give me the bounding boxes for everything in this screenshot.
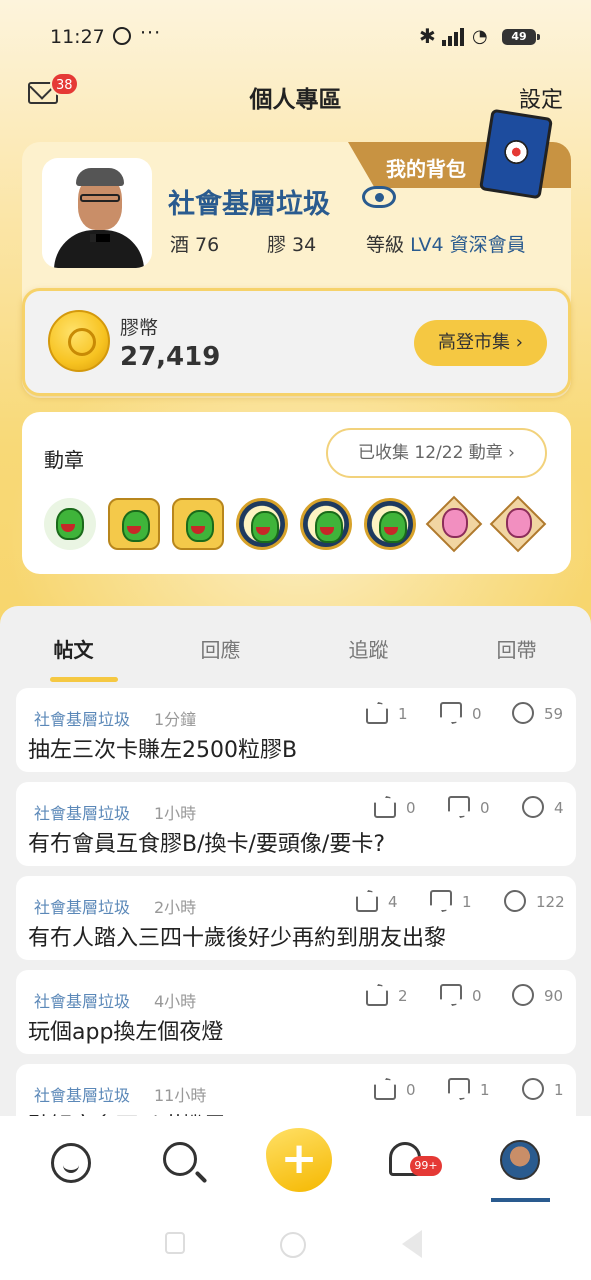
tab-following[interactable]: 追蹤	[295, 634, 442, 663]
comment-count: 90	[544, 987, 564, 1005]
dislike-icon[interactable]	[440, 702, 462, 724]
post-author[interactable]: 社會基層垃圾	[34, 988, 130, 1012]
tab-indicator	[50, 677, 118, 682]
coin-label: 膠幣	[120, 317, 159, 339]
like-icon[interactable]	[374, 1078, 396, 1100]
dislike-count: 0	[480, 799, 490, 817]
like-icon[interactable]	[356, 890, 378, 912]
medal-icon[interactable]	[425, 495, 483, 553]
tab-posts[interactable]: 帖文	[0, 634, 147, 663]
post-time: 1小時	[154, 804, 197, 823]
like-count: 0	[406, 799, 416, 817]
dislike-count: 1	[462, 893, 472, 911]
post-title[interactable]: 抽左三次卡賺左2500粒膠B	[28, 732, 297, 764]
page-title: 個人專區	[249, 87, 342, 113]
comment-icon[interactable]	[504, 890, 526, 912]
notification-badge: 99+	[410, 1156, 442, 1176]
medal-icon[interactable]	[489, 495, 547, 553]
eye-icon[interactable]	[362, 186, 396, 208]
like-count: 0	[406, 1081, 416, 1099]
like-count: 4	[388, 893, 398, 911]
like-icon[interactable]	[366, 702, 388, 724]
dislike-icon[interactable]	[448, 796, 470, 818]
post-time: 2小時	[154, 898, 197, 917]
comment-icon[interactable]	[512, 702, 534, 724]
dislike-count: 1	[480, 1081, 490, 1099]
back-icon[interactable]	[402, 1230, 422, 1258]
market-button[interactable]: 高登市集 ›	[414, 320, 547, 366]
comment-icon[interactable]	[512, 984, 534, 1006]
like-count: 2	[398, 987, 408, 1005]
coin-value: 27,419	[120, 342, 221, 372]
post-item[interactable]: 社會基層垃圾 2小時 4 1 122 有冇人踏入三四十歲後好少再約到朋友出黎	[16, 876, 576, 960]
dislike-icon[interactable]	[448, 1078, 470, 1100]
tab-replies[interactable]: 回應	[147, 634, 294, 663]
post-author[interactable]: 社會基層垃圾	[34, 800, 130, 824]
post-item[interactable]: 社會基層垃圾 4小時 2 0 90 玩個app換左個夜燈	[16, 970, 576, 1054]
avatar[interactable]	[42, 158, 152, 268]
coin-icon	[48, 310, 110, 372]
status-bar: 11:27 ··· ✱ ◔ 49	[0, 22, 591, 54]
home-system-icon[interactable]	[280, 1232, 306, 1258]
glue-stat: 膠 34	[267, 234, 317, 256]
settings-button[interactable]: 設定	[519, 82, 563, 114]
whatsapp-icon	[113, 27, 131, 45]
post-title[interactable]: 有冇人踏入三四十歲後好少再約到朋友出黎	[28, 920, 446, 952]
post-time: 1分鐘	[154, 710, 197, 729]
medal-icon[interactable]	[44, 498, 96, 550]
like-count: 1	[398, 705, 408, 723]
medal-icon[interactable]	[172, 498, 224, 550]
post-item[interactable]: 社會基層垃圾 1分鐘 1 0 59 抽左三次卡賺左2500粒膠B	[16, 688, 576, 772]
post-author[interactable]: 社會基層垃圾	[34, 1082, 130, 1106]
dislike-count: 0	[472, 705, 482, 723]
comment-icon[interactable]	[522, 1078, 544, 1100]
post-time: 4小時	[154, 992, 197, 1011]
nav-active-indicator	[491, 1198, 550, 1202]
wifi-icon: ◔	[472, 26, 488, 47]
medal-collected-button[interactable]: 已收集 12/22 動章 ›	[326, 428, 547, 478]
card-icon[interactable]	[478, 108, 554, 200]
dislike-icon[interactable]	[440, 984, 462, 1006]
medal-title: 動章	[44, 448, 84, 472]
more-notifications-icon: ···	[140, 22, 162, 44]
comment-count: 4	[554, 799, 564, 817]
home-icon[interactable]	[51, 1143, 91, 1183]
search-icon[interactable]	[163, 1142, 197, 1176]
post-author[interactable]: 社會基層垃圾	[34, 894, 130, 918]
comment-count: 59	[544, 705, 564, 723]
level-stat: 等級 LV4 資深會員	[366, 230, 526, 257]
comment-icon[interactable]	[522, 796, 544, 818]
post-title[interactable]: 有冇會員互食膠B/換卡/要頭像/要卡?	[28, 826, 385, 858]
post-time: 11小時	[154, 1086, 207, 1105]
comment-count: 1	[554, 1081, 564, 1099]
medal-icon[interactable]	[300, 498, 352, 550]
medal-icon[interactable]	[236, 498, 288, 550]
signal-icon	[442, 28, 466, 46]
tab-bookmarks[interactable]: 回帶	[443, 634, 590, 663]
post-title[interactable]: 玩個app換左個夜燈	[28, 1014, 223, 1046]
level-value[interactable]: LV4 資深會員	[410, 234, 526, 256]
bluetooth-icon: ✱	[419, 24, 436, 48]
wine-stat: 酒 76	[170, 234, 220, 256]
like-icon[interactable]	[374, 796, 396, 818]
post-author[interactable]: 社會基層垃圾	[34, 706, 130, 730]
medal-icon[interactable]	[364, 498, 416, 550]
like-icon[interactable]	[366, 984, 388, 1006]
status-time: 11:27	[50, 26, 105, 48]
post-item[interactable]: 社會基層垃圾 1小時 0 0 4 有冇會員互食膠B/換卡/要頭像/要卡?	[16, 782, 576, 866]
backpack-label[interactable]: 我的背包	[386, 153, 466, 182]
level-label: 等級	[366, 234, 405, 256]
comment-count: 122	[536, 893, 565, 911]
dislike-count: 0	[472, 987, 482, 1005]
user-name: 社會基層垃圾	[168, 189, 330, 220]
medal-icon[interactable]	[108, 498, 160, 550]
battery-icon: 49	[502, 29, 540, 45]
profile-avatar-icon[interactable]	[500, 1140, 540, 1180]
recent-apps-icon[interactable]	[165, 1232, 185, 1254]
dislike-icon[interactable]	[430, 890, 452, 912]
